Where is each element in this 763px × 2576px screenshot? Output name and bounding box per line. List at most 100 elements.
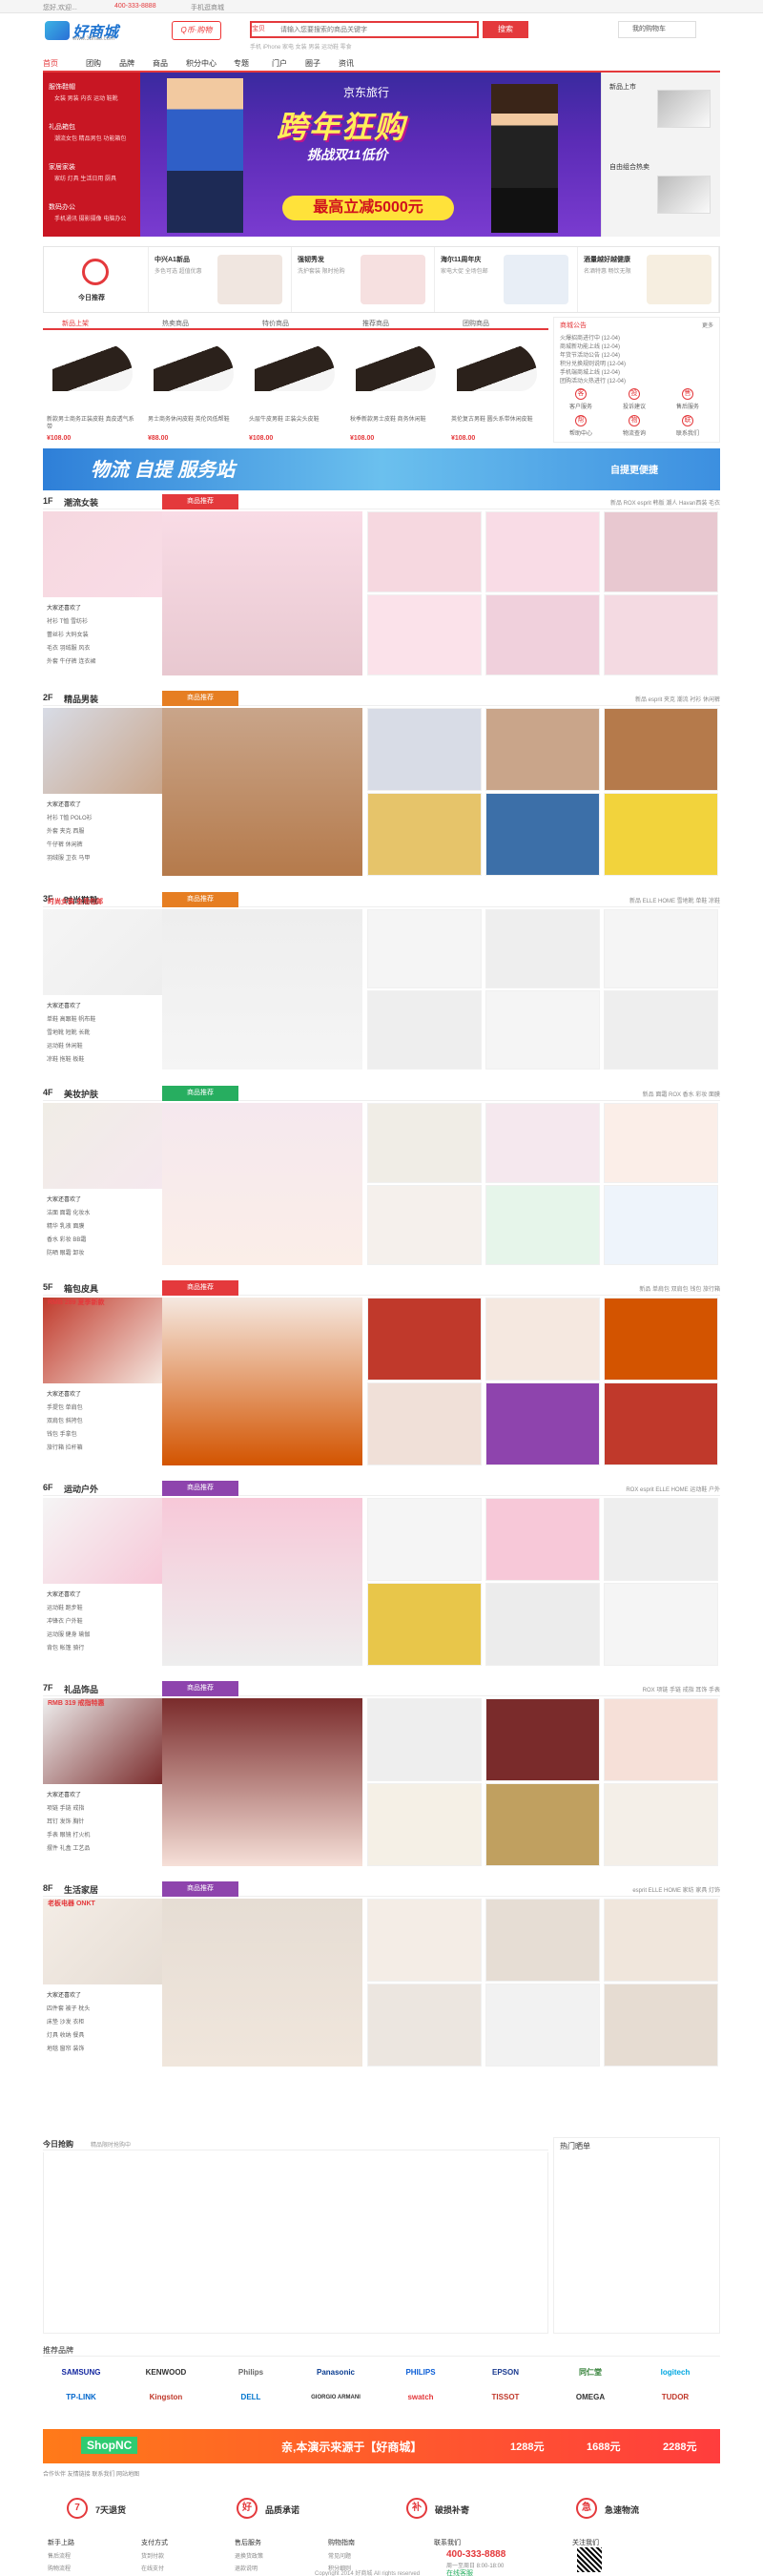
floor-main-image[interactable] [162,1103,362,1265]
nav-item[interactable]: 积分中心 [186,58,217,69]
floor-links[interactable]: esprit ELLE HOME 家纺 家具 灯饰 [632,1885,720,1894]
floor-product[interactable] [367,1583,482,1666]
floor-product[interactable] [604,1899,718,1982]
nav-item[interactable]: 首页 [43,58,58,69]
floor-left-image[interactable] [43,1698,162,1784]
floor-left-image[interactable] [43,1899,162,1984]
floor-links[interactable]: 新品 ROX esprit 韩版 潮人 Havan西装 毛衣 [610,498,720,507]
floor-product[interactable] [367,1783,482,1866]
tab[interactable]: 新品上架 [62,319,89,328]
news-item[interactable]: 积分兑换规则说明 (12-04) [560,359,626,367]
floor-side-link[interactable]: 冲锋衣 户外鞋 [47,1616,83,1625]
floor-product[interactable] [485,990,600,1070]
service-2[interactable]: 售售后服务 [669,388,707,410]
floor-product[interactable] [367,1984,482,2067]
search-type-select[interactable]: 宝贝 [252,24,265,33]
floor-product[interactable] [604,1698,718,1781]
floor-main-image[interactable] [162,511,362,675]
hot-keywords[interactable]: 手机 iPhone 家电 女装 男装 运动鞋 零食 [250,42,352,51]
floor-left-image[interactable] [43,909,162,995]
floor-product[interactable] [604,1984,718,2067]
floor-product[interactable] [485,1498,600,1581]
brand-logo[interactable]: SAMSUNG [43,2364,119,2381]
brand-logo[interactable]: KENWOOD [128,2364,204,2381]
floor-product[interactable] [485,594,600,675]
floor-product[interactable] [367,1382,482,1465]
product-name[interactable]: 男士商务休闲皮鞋 英伦风低帮鞋 [148,416,239,424]
sidebar-item[interactable]: 礼品箱包 [49,122,75,132]
floor-side-link[interactable]: 手表 眼镜 打火机 [47,1830,90,1839]
news-item[interactable]: 年货节活动公告 (12-04) [560,350,620,359]
brand-logo[interactable]: DELL [213,2389,289,2406]
nav-item[interactable]: 品牌 [119,58,134,69]
floor-side-link[interactable]: 防晒 眼霜 卸妆 [47,1248,84,1257]
footer-link[interactable]: 退换货政策 [235,2551,263,2560]
brand-logo[interactable]: PHILIPS [382,2364,459,2381]
footer-link[interactable]: 货到付款 [141,2551,168,2560]
news-more[interactable]: 更多 [702,321,713,329]
sidebar-item[interactable]: 数码办公 [49,202,75,212]
floor-product[interactable] [485,909,600,988]
floor-product[interactable] [604,1298,718,1381]
sidebar-sub[interactable]: 女装 男装 内衣 运动 鞋靴 [54,93,136,102]
floor-side-link[interactable]: 手提包 单肩包 [47,1402,83,1411]
floor-product[interactable] [367,1899,482,1982]
brand-logo[interactable]: Philips [213,2364,289,2381]
banner-offer[interactable]: 最高立减5000元 [282,196,454,220]
floor-product[interactable] [604,1583,718,1666]
nav-item[interactable]: 专题 [234,58,249,69]
cart-button[interactable]: 我的购物车 [618,21,696,38]
brand-logo[interactable]: 同仁堂 [552,2364,629,2381]
strip-cell[interactable]: 海尔11周年庆 家电大促 全场包邮 [435,247,578,312]
nav-item[interactable]: 圈子 [305,58,320,69]
floor-links[interactable]: 新品 esprit 夹克 潮流 衬衫 休闲裤 [635,695,720,703]
floor-product[interactable] [604,1103,718,1183]
floor-product[interactable] [367,1698,482,1781]
nav-item[interactable]: 商品 [153,58,168,69]
floor-side-link[interactable]: 耳钉 发饰 胸针 [47,1817,84,1825]
floor-product[interactable] [604,1498,718,1581]
floor-product[interactable] [604,594,718,675]
floor-side-link[interactable]: 双肩包 斜挎包 [47,1416,83,1424]
sidebar-sub[interactable]: 家纺 灯具 生活日用 厨具 [54,174,136,182]
floor-side-link[interactable]: 香水 彩妆 BB霜 [47,1235,86,1243]
search-input[interactable] [280,23,423,36]
service-1[interactable]: 投投诉建议 [615,388,653,410]
floor-side-link[interactable]: 钱包 手拿包 [47,1429,77,1438]
nav-item[interactable]: 团购 [86,58,101,69]
floor-product[interactable] [604,1382,718,1465]
footer-link[interactable]: 在线支付 [141,2564,168,2572]
floor-main-image[interactable] [162,1498,362,1666]
floor-links[interactable]: 新品 单肩包 双肩包 钱包 旅行箱 [639,1284,720,1293]
floor-product[interactable] [367,511,482,592]
floor-tag[interactable]: 商品推荐 [162,691,238,706]
floor-side-link[interactable]: 衬衫 T恤 雪纺衫 [47,616,88,625]
floor-tag[interactable]: 商品推荐 [162,892,238,907]
floor-tag[interactable]: 商品推荐 [162,494,238,509]
news-item[interactable]: 火爆招商进行中 (12-04) [560,333,620,342]
floor-product[interactable] [604,990,718,1070]
brand-logo[interactable]: EPSON [467,2364,544,2381]
online-service-button[interactable]: 在线客服 [446,2568,473,2576]
floor-main-image[interactable] [162,1698,362,1866]
floor-side-link[interactable]: 蕾丝衫 大码女装 [47,630,89,638]
floor-side-link[interactable]: 凉鞋 拖鞋 板鞋 [47,1054,84,1063]
brand-logo[interactable]: Panasonic [298,2364,374,2381]
floor-product[interactable] [604,1783,718,1866]
floor-product[interactable] [485,1185,600,1265]
service-0[interactable]: 客客户服务 [562,388,600,410]
strip-cell[interactable]: 中兴A1新品 多色可选 超值优惠 [149,247,292,312]
service-4[interactable]: 物物流查询 [615,415,653,437]
service-5[interactable]: 联联系我们 [669,415,707,437]
product-name[interactable]: 英伦复古男鞋 圆头系带休闲皮鞋 [451,416,543,424]
floor-main-image[interactable] [162,1899,362,2067]
product-card[interactable]: 新款男士商务正装皮鞋 真皮透气系带 ¥108.00 [43,336,142,442]
floor-product[interactable] [485,708,600,791]
floor-side-link[interactable]: 单鞋 高跟鞋 帆布鞋 [47,1014,95,1023]
sidebar-item[interactable]: 服饰鞋帽 [49,82,75,92]
floor-side-link[interactable]: 床垫 沙发 衣柜 [47,2017,84,2025]
floor-side-link[interactable]: 精华 乳液 面膜 [47,1221,84,1230]
floor-side-link[interactable]: 项链 手链 戒指 [47,1803,84,1812]
floor-left-image[interactable] [43,1298,162,1383]
floor-side-link[interactable]: 灯具 收纳 餐具 [47,2030,84,2039]
